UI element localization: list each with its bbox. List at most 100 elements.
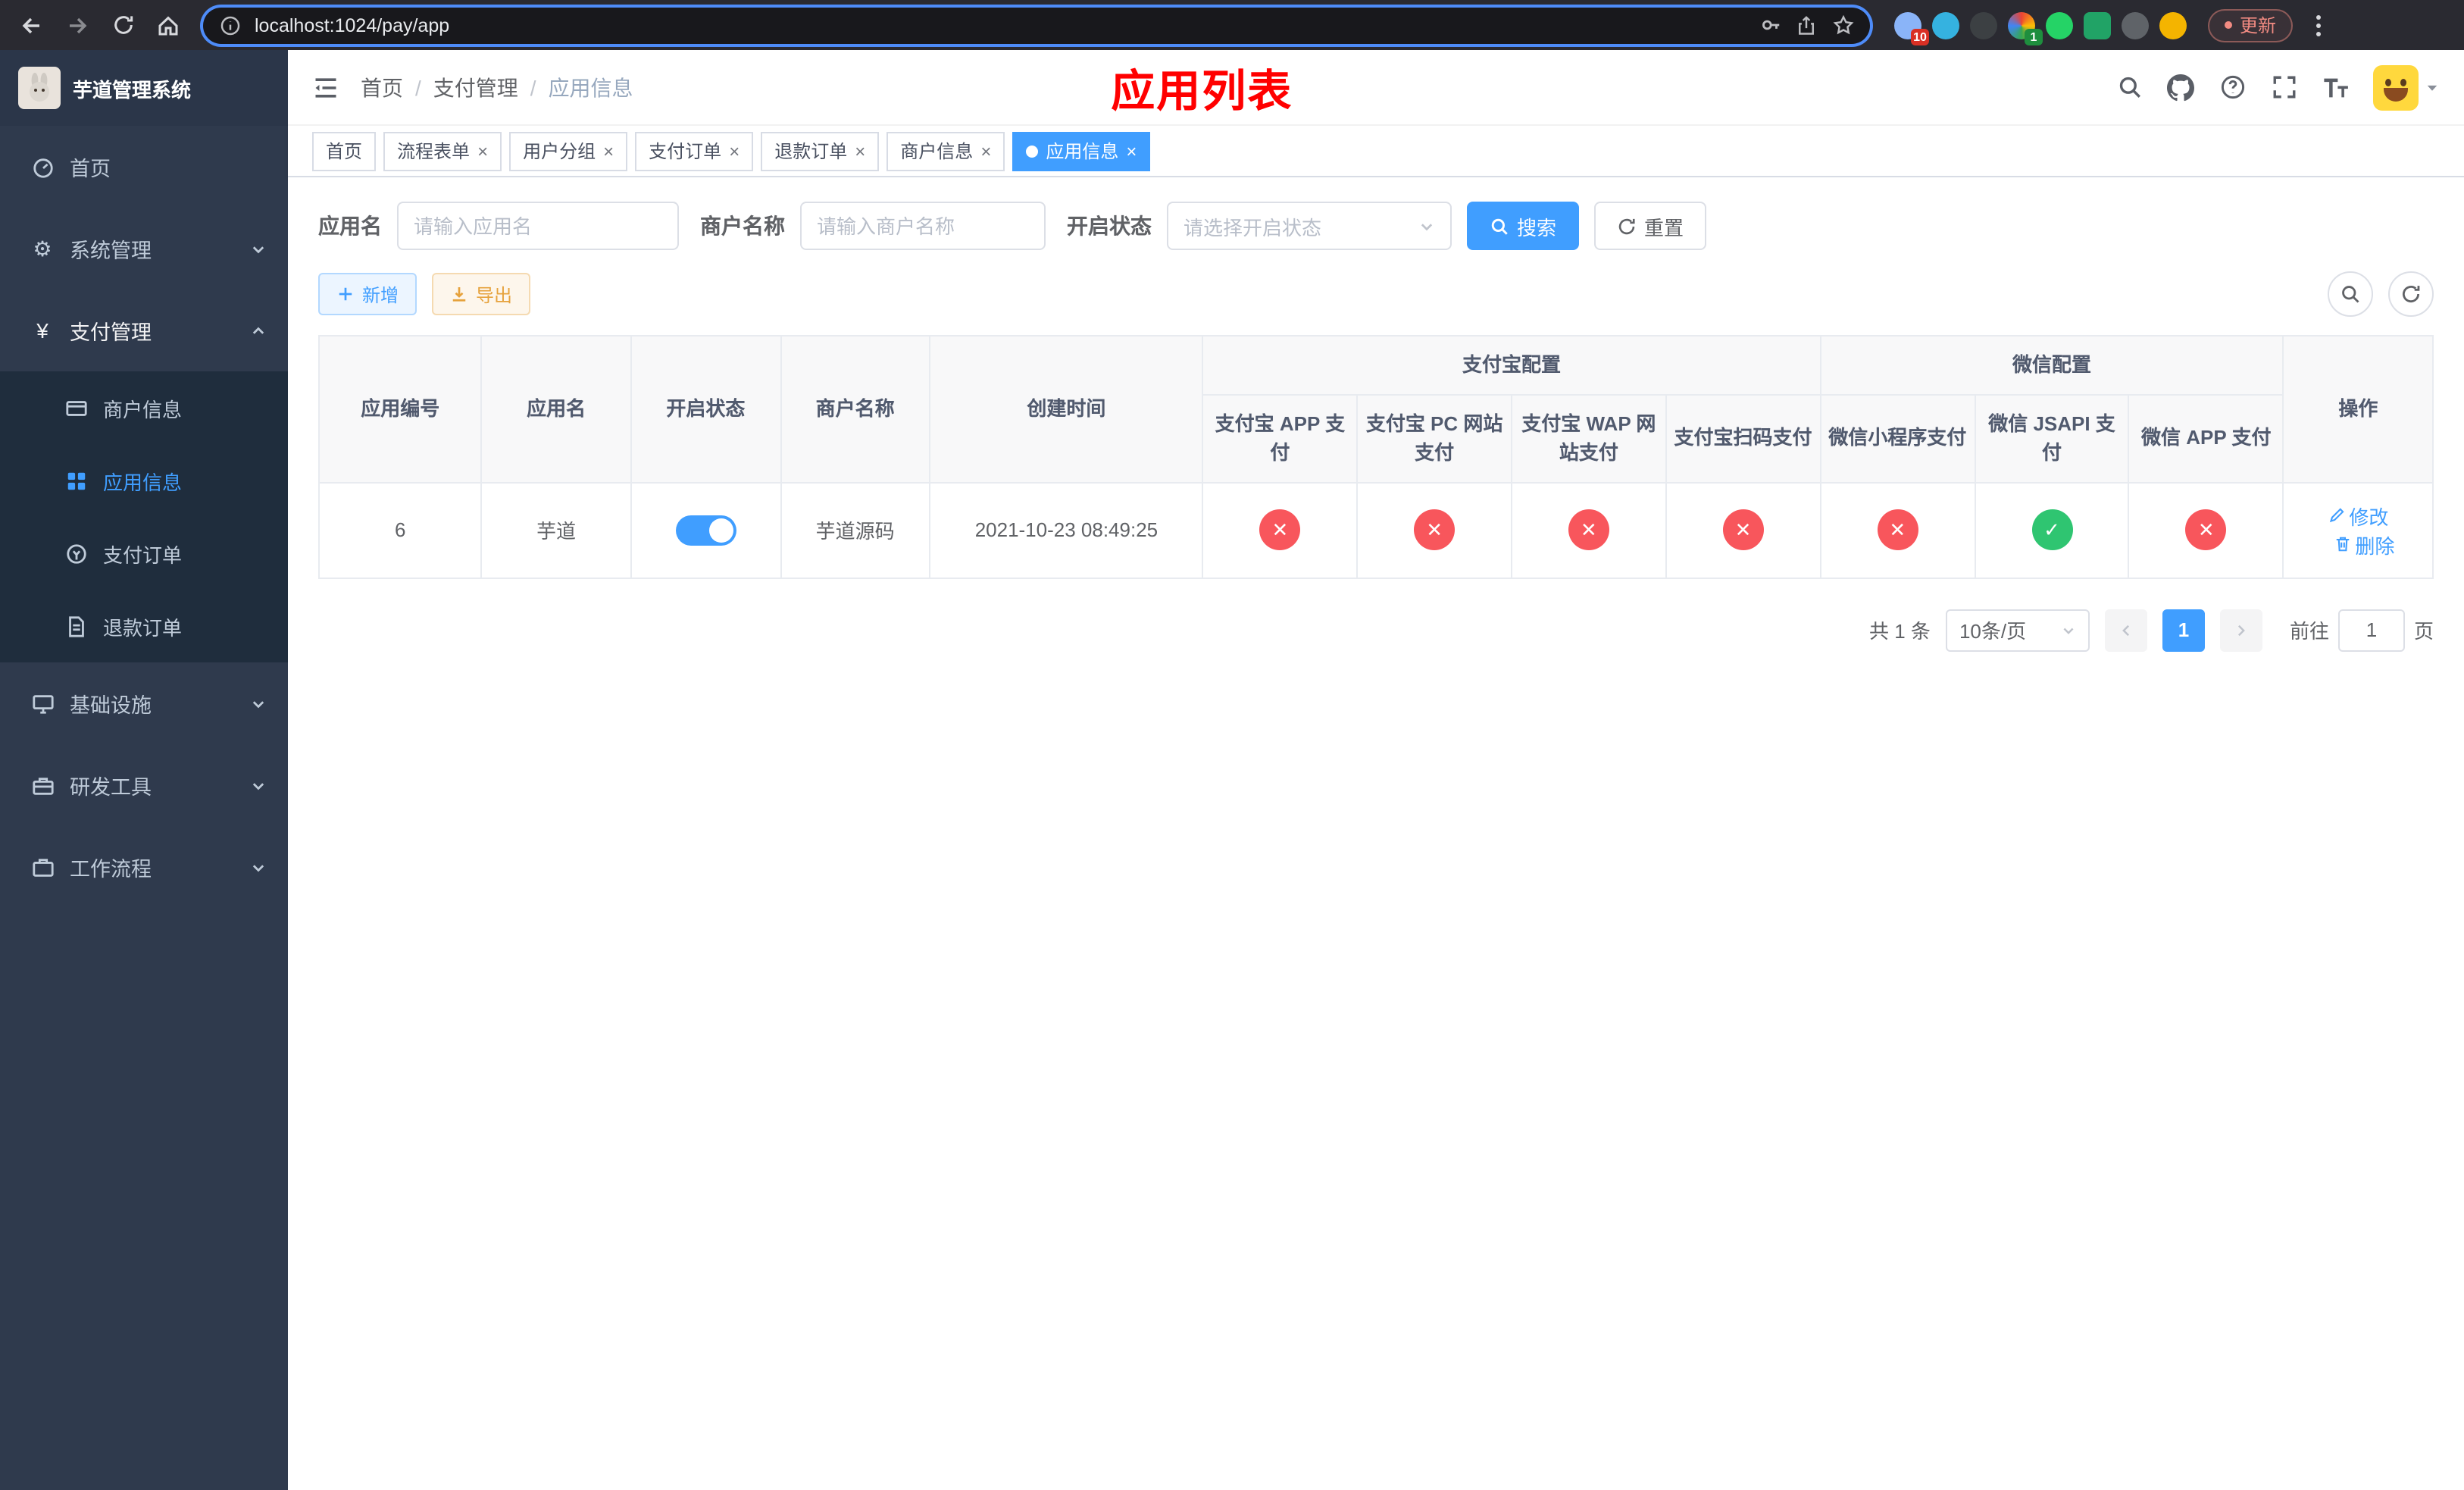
sidebar-item-label: 工作流程	[70, 858, 152, 881]
breadcrumb-payment[interactable]: 支付管理	[433, 72, 518, 102]
extension-icon-6[interactable]	[2084, 11, 2111, 39]
help-icon[interactable]	[2219, 74, 2246, 101]
tab-close-icon[interactable]: ×	[855, 142, 865, 160]
tab-close-icon[interactable]: ×	[980, 142, 991, 160]
goto-page-input[interactable]	[2337, 609, 2405, 651]
cell-wechat-mini-status: ✕	[1819, 481, 1976, 578]
status-cross-icon: ✕	[1414, 509, 1456, 550]
sidebar-item-refund-order[interactable]: 退款订单	[0, 590, 288, 662]
tab-close-icon[interactable]: ×	[477, 142, 488, 160]
status-select-placeholder: 请选择开启状态	[1184, 216, 1322, 239]
payment-submenu: 商户信息 应用信息 支付订单 退款订单	[0, 371, 288, 662]
share-icon[interactable]	[1794, 13, 1818, 37]
top-navbar: 首页 / 支付管理 / 应用信息 应用列表	[288, 50, 2464, 126]
refresh-table-button[interactable]	[2388, 271, 2434, 317]
add-button-label: 新增	[362, 284, 399, 305]
user-menu[interactable]	[2373, 64, 2440, 110]
extension-icon-3[interactable]	[1970, 11, 1997, 39]
toggle-search-button[interactable]	[2328, 271, 2373, 317]
next-page-button[interactable]	[2219, 609, 2262, 651]
browser-reload-button[interactable]	[103, 5, 142, 45]
sidebar-collapse-button[interactable]	[312, 74, 339, 101]
search-button[interactable]: 搜索	[1467, 202, 1580, 250]
tab-user-group[interactable]: 用户分组 ×	[509, 131, 628, 171]
reset-button[interactable]: 重置	[1594, 202, 1707, 250]
sidebar-item-home[interactable]: 首页	[0, 126, 288, 208]
active-tab-dot	[1026, 145, 1039, 157]
extension-icon-5[interactable]	[2046, 11, 2073, 39]
home-icon	[158, 15, 178, 35]
prev-page-button[interactable]	[2104, 609, 2147, 651]
extension-icon-7[interactable]	[2122, 11, 2149, 39]
app-name-input[interactable]	[397, 202, 679, 250]
browser-update-button[interactable]: 更新	[2208, 8, 2294, 42]
sidebar-item-merchant-info[interactable]: 商户信息	[0, 371, 288, 444]
site-info-icon[interactable]	[218, 13, 242, 37]
browser-forward-button[interactable]	[58, 5, 97, 45]
browser-back-button[interactable]	[12, 5, 52, 45]
pagination: 共 1 条 10条/页 1 前往 页	[318, 609, 2434, 651]
url-bar[interactable]: localhost:1024/pay/app	[203, 7, 1870, 43]
search-button-label: 搜索	[1517, 216, 1557, 239]
browser-menu-button[interactable]	[2305, 13, 2332, 37]
delete-link[interactable]: 删除	[2334, 530, 2394, 559]
merchant-name-input[interactable]	[800, 202, 1046, 250]
sidebar-item-payment[interactable]: ¥ 支付管理	[0, 290, 288, 371]
tab-close-icon[interactable]: ×	[603, 142, 614, 160]
fullscreen-icon[interactable]	[2270, 74, 2297, 101]
avatar-smile	[2384, 87, 2408, 101]
export-button[interactable]: 导出	[432, 273, 531, 315]
sidebar-item-app-info[interactable]: 应用信息	[0, 444, 288, 517]
rabbit-logo-icon	[30, 73, 49, 102]
tab-close-icon[interactable]: ×	[729, 142, 740, 160]
tab-home[interactable]: 首页	[312, 131, 377, 171]
tab-merchant-info[interactable]: 商户信息 ×	[886, 131, 1005, 171]
chevron-down-icon	[250, 777, 267, 794]
tab-close-icon[interactable]: ×	[1126, 142, 1137, 160]
sidebar-item-devtools[interactable]: 研发工具	[0, 744, 288, 826]
search-icon	[1491, 218, 1508, 234]
page-number-1[interactable]: 1	[2162, 609, 2205, 651]
tab-app-info[interactable]: 应用信息 ×	[1012, 131, 1151, 171]
briefcase-icon	[30, 855, 55, 879]
tab-label: 商户信息	[900, 141, 974, 162]
delete-link-label: 删除	[2355, 534, 2395, 557]
sidebar-item-infrastructure[interactable]: 基础设施	[0, 662, 288, 744]
tab-refund-order[interactable]: 退款订单 ×	[761, 131, 880, 171]
table-toolbar: 新增 导出	[318, 271, 2434, 317]
extension-icon-1[interactable]: 10	[1894, 11, 1929, 45]
extension-badge: 1	[2025, 28, 2043, 45]
extension-icon-2[interactable]	[1932, 11, 1959, 39]
breadcrumb: 首页 / 支付管理 / 应用信息	[361, 72, 633, 102]
sidebar-item-pay-order[interactable]: 支付订单	[0, 517, 288, 590]
status-cross-icon: ✕	[1568, 509, 1609, 550]
page-size-select[interactable]: 10条/页	[1945, 609, 2090, 651]
tab-pay-order[interactable]: 支付订单 ×	[635, 131, 754, 171]
breadcrumb-separator: /	[415, 75, 421, 99]
status-label: 开启状态	[1067, 214, 1152, 238]
tab-process-form[interactable]: 流程表单 ×	[383, 131, 502, 171]
enable-toggle[interactable]	[675, 515, 736, 545]
cell-alipay-pc-status: ✕	[1356, 481, 1512, 578]
breadcrumb-home[interactable]: 首页	[361, 72, 403, 102]
refresh-icon	[2402, 286, 2420, 303]
bookmark-star-icon[interactable]	[1831, 13, 1855, 37]
cell-actions: 修改 删除	[2282, 481, 2434, 578]
sidebar-item-workflow[interactable]: 工作流程	[0, 826, 288, 908]
search-icon[interactable]	[2115, 74, 2143, 101]
sidebar-item-label: 支付管理	[70, 321, 152, 344]
update-label: 更新	[2240, 15, 2277, 36]
group-header-alipay: 支付宝配置	[1202, 335, 1821, 395]
add-button[interactable]: 新增	[318, 273, 417, 315]
status-select[interactable]: 请选择开启状态	[1167, 202, 1452, 250]
font-size-icon[interactable]	[2322, 74, 2349, 101]
status-check-icon: ✓	[2031, 509, 2072, 550]
browser-home-button[interactable]	[149, 5, 188, 45]
sidebar-logo-row[interactable]: 芋道管理系统	[0, 50, 288, 126]
edit-link[interactable]: 修改	[2328, 501, 2388, 530]
extension-icon-4[interactable]: 1	[2008, 11, 2043, 45]
github-icon[interactable]	[2167, 74, 2194, 101]
sidebar-item-system[interactable]: ⚙ 系统管理	[0, 208, 288, 290]
password-key-icon[interactable]	[1758, 13, 1782, 37]
extension-icon-8[interactable]	[2159, 11, 2187, 39]
